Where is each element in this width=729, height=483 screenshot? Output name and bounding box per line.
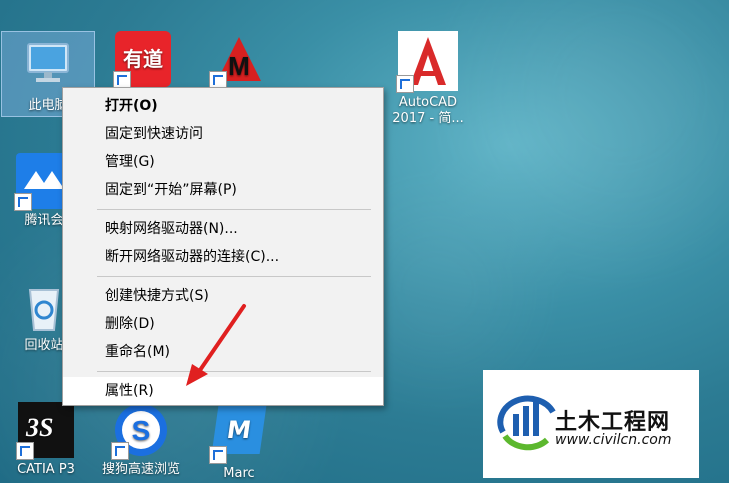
logo-emblem-icon [497, 395, 556, 451]
svg-text:3S: 3S [25, 413, 53, 442]
svg-text:M: M [228, 51, 250, 81]
menu-item-map-drive[interactable]: 映射网络驱动器(N)... [63, 215, 383, 243]
menu-item-open[interactable]: 打开(O) [63, 92, 383, 120]
desktop-icon-m-app[interactable]: M [196, 31, 282, 91]
shortcut-arrow-icon [14, 193, 32, 211]
menu-item-manage[interactable]: 管理(G) [63, 148, 383, 176]
menu-separator [97, 276, 371, 277]
desktop-icon-label: CATIA P3 [17, 462, 75, 477]
desktop-icon-label: 搜狗高速浏览 [101, 462, 180, 477]
desktop-icon-youdao[interactable]: 有道 [100, 31, 186, 91]
m-app-icon: M [209, 31, 267, 89]
youdao-icon: 有道 [113, 31, 171, 89]
desktop-icon-label: AutoCAD 2017 - 简... [392, 95, 464, 126]
sogou-browser-icon: S [111, 402, 169, 460]
desktop-icon-autocad[interactable]: AutoCAD 2017 - 简... [385, 31, 471, 127]
watermark-url: www.civilcn.com [555, 432, 672, 448]
shortcut-arrow-icon [16, 442, 34, 460]
catia-icon: 3S [16, 402, 74, 460]
marc-icon: M [209, 406, 267, 464]
svg-text:S: S [132, 415, 151, 446]
shortcut-arrow-icon [396, 75, 414, 93]
computer-icon [20, 38, 76, 94]
desktop-icon-label: Marc [223, 466, 255, 481]
menu-separator [97, 209, 371, 210]
shortcut-arrow-icon [111, 442, 129, 460]
desktop-icon-label: 回收站 [24, 338, 64, 353]
menu-item-pin-quick-access[interactable]: 固定到快速访问 [63, 120, 383, 148]
watermark-logo: 土木工程网 www.civilcn.com [483, 370, 699, 478]
menu-item-pin-start[interactable]: 固定到“开始”屏幕(P) [63, 176, 383, 204]
red-arrow-annotation [186, 304, 246, 386]
desktop-icon-catia[interactable]: 3S CATIA P3 [3, 402, 89, 478]
desktop-icon-sogou-browser[interactable]: S 搜狗高速浏览 [98, 402, 184, 478]
menu-item-disconnect-drive[interactable]: 断开网络驱动器的连接(C)... [63, 243, 383, 271]
shortcut-arrow-icon [209, 446, 227, 464]
desktop-icon-marc[interactable]: M Marc [196, 402, 282, 482]
autocad-icon [396, 31, 458, 93]
desktop-icon-label: 腾讯会 [24, 213, 64, 228]
